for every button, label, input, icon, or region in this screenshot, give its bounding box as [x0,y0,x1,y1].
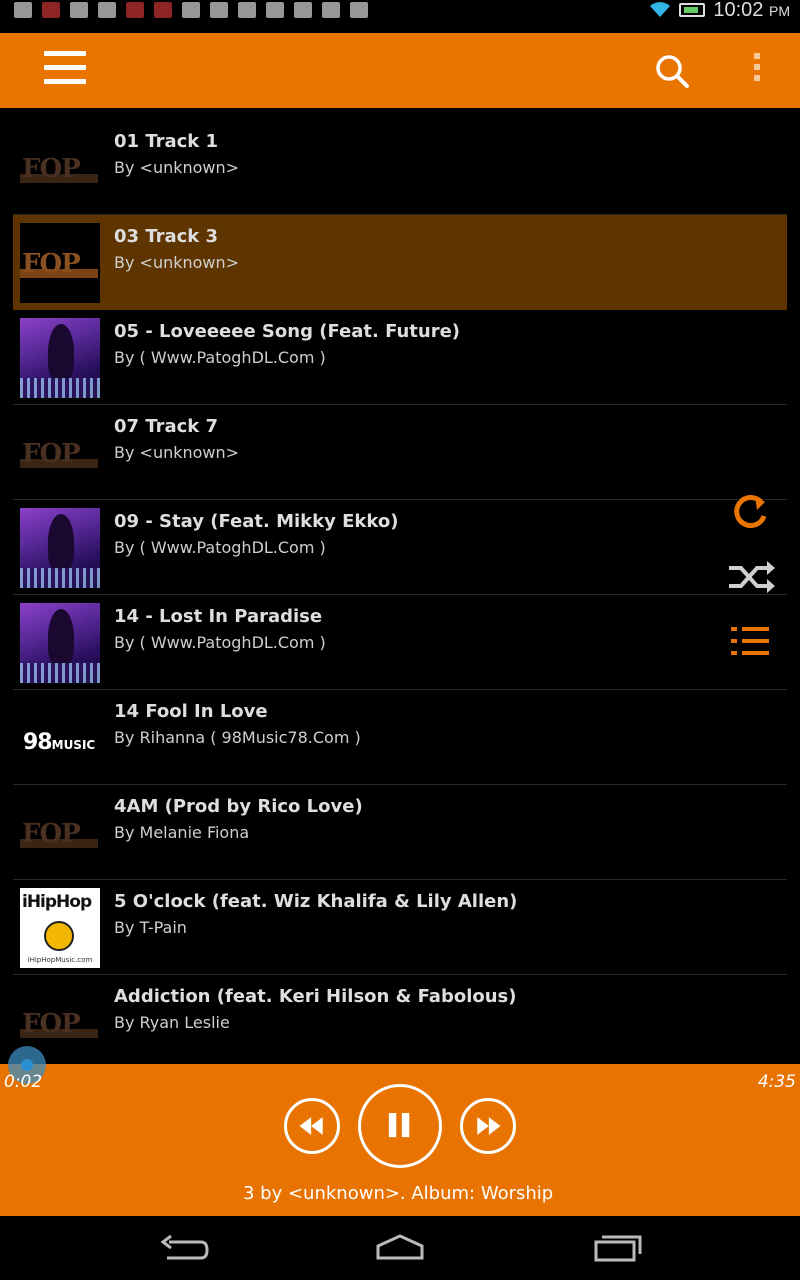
track-title: 14 Fool In Love [114,701,268,722]
app-icon [154,2,172,18]
total-time: 4:35 [757,1072,796,1092]
headphones-icon [98,2,116,18]
recent-apps-icon[interactable] [588,1230,648,1266]
rewind-button[interactable] [284,1098,340,1154]
gmail-icon [238,2,256,18]
track-list[interactable]: FOP 01 Track 1 By <unknown> FOP 03 Track 3 By… [13,120,787,1060]
android-icon [350,2,368,18]
now-playing-text: 3 by <unknown>. Album: Worship so [243,1183,558,1204]
album-art-logo-text: FOP [22,249,81,279]
album-art: FOP [20,413,100,493]
repeat-icon[interactable] [721,482,779,540]
check-icon [322,2,340,18]
track-artist: By ( Www.PatoghDL.Com ) [114,633,326,652]
album-art-logo-text: 98MUSIC [23,730,96,755]
track-artist: By ( Www.PatoghDL.Com ) [114,538,326,557]
pause-icon [388,1113,410,1138]
album-art-logo-text: FOP [22,154,81,184]
status-bar: 10:02 PM [0,0,800,33]
app-icon [42,2,60,18]
track-title: 03 Track 3 [114,226,219,247]
track-artist: By ( Www.PatoghDL.Com ) [114,348,326,367]
media-icon [294,2,312,18]
album-art-logo-url: iHipHopMusic.com [27,956,93,964]
headphones-icon [44,921,74,951]
album-art: 98MUSIC [20,698,100,778]
track-artist: By Melanie Fiona [114,823,250,842]
wifi-icon [650,2,671,17]
status-right: 10:02 PM [649,0,790,22]
track-artist: By T-Pain [114,918,187,937]
track-row[interactable]: FOP 03 Track 3 By <unknown> [13,215,787,310]
album-art [20,508,100,588]
overflow-menu-icon[interactable] [744,53,770,89]
action-bar [0,33,800,108]
track-title: 05 - Loveeeee Song (Feat. Future) [114,321,461,342]
track-title: 4AM (Prod by Rico Love) [114,796,363,817]
queue-list-icon[interactable] [721,614,779,672]
battery-charging-icon [679,3,706,17]
app-icon [182,2,200,18]
album-art: FOP [20,128,100,208]
pause-button[interactable] [358,1084,442,1168]
album-art-logo-text: iHipHop [22,892,92,912]
track-artist: By <unknown> [114,158,240,177]
track-artist: By <unknown> [114,443,240,462]
track-title: 14 - Lost In Paradise [114,606,323,627]
clock: 10:02 PM [713,0,790,21]
shazam-icon [70,2,88,18]
elapsed-time: 0:02 [4,1072,43,1092]
track-title: 07 Track 7 [114,416,219,437]
track-row[interactable]: 14 - Lost In Paradise By ( Www.PatoghDL.C… [13,595,787,690]
track-title: Addiction (feat. Keri Hilson & Fabolous) [114,986,517,1007]
notification-icons [14,0,368,20]
app-icon [126,2,144,18]
track-artist: By <unknown> [114,253,240,272]
upload-icon [210,2,228,18]
album-art-logo-text: FOP [22,439,81,469]
side-controls [721,482,779,674]
home-icon[interactable] [370,1230,430,1266]
track-row[interactable]: iHipHop iHipHopMusic.com 5 O'clock (feat. … [13,880,787,975]
album-art: FOP [20,223,100,303]
track-row[interactable]: 98MUSIC 14 Fool In Love By Rihanna ( 98Mus… [13,690,787,785]
navigation-bar [0,1216,800,1280]
shuffle-icon[interactable] [721,548,779,606]
fast-forward-icon [477,1117,501,1135]
album-art: iHipHop iHipHopMusic.com [20,888,100,968]
track-row[interactable]: FOP Addiction (feat. Keri Hilson & Fabolo… [13,975,787,1060]
album-art [20,318,100,398]
hamburger-menu-icon[interactable] [44,51,86,89]
track-row[interactable]: 09 - Stay (Feat. Mikky Ekko) By ( Www.Pat… [13,500,787,595]
album-art-logo-text: FOP [22,1009,81,1039]
album-art [20,603,100,683]
track-title: 5 O'clock (feat. Wiz Khalifa & Lily Alle… [114,891,518,912]
track-row[interactable]: FOP 01 Track 1 By <unknown> [13,120,787,215]
album-art-logo-text: FOP [22,819,81,849]
album-art: FOP [20,793,100,873]
track-row[interactable]: FOP 4AM (Prod by Rico Love) By Melanie Fio… [13,785,787,880]
usb-icon [266,2,284,18]
back-icon[interactable] [155,1230,215,1266]
track-artist: By Ryan Leslie [114,1013,230,1032]
track-title: 01 Track 1 [114,131,219,152]
search-icon[interactable] [652,51,692,91]
fast-forward-button[interactable] [460,1098,516,1154]
track-row[interactable]: FOP 07 Track 7 By <unknown> [13,405,787,500]
track-row[interactable]: 05 - Loveeeee Song (Feat. Future) By ( Ww… [13,310,787,405]
image-icon [14,2,32,18]
player-bar: 0:02 4:35 3 by <unknown>. Album: Worship… [0,1046,800,1216]
track-title: 09 - Stay (Feat. Mikky Ekko) [114,511,399,532]
track-artist: By Rihanna ( 98Music78.Com ) [114,728,361,747]
rewind-icon [299,1117,323,1135]
